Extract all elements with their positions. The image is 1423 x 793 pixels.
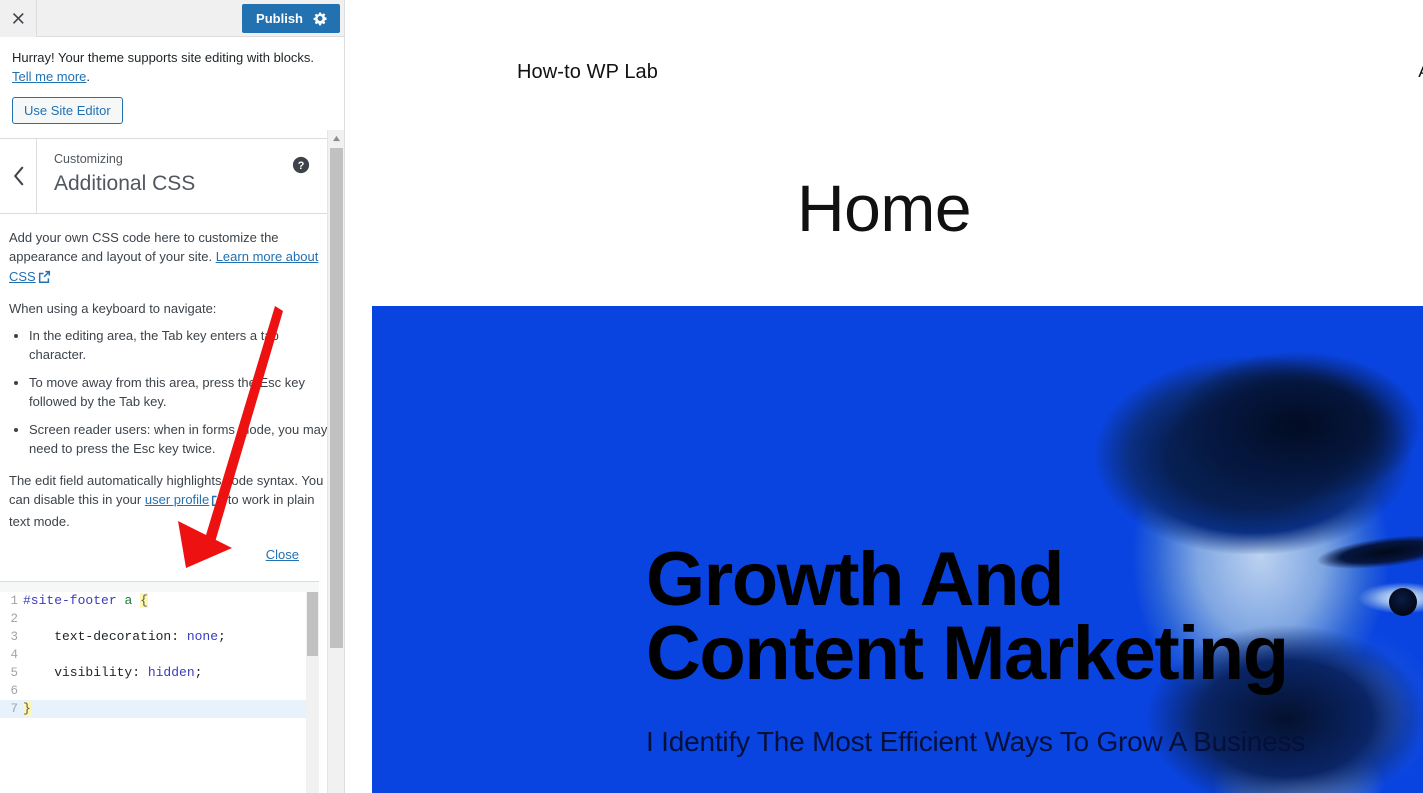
hero-text-block: Growth And Content Marketing I Identify … bbox=[646, 537, 1406, 758]
portrait-hair-highlight-shape bbox=[1153, 326, 1423, 526]
code-line[interactable]: 6 bbox=[0, 682, 319, 700]
list-item: In the editing area, the Tab key enters … bbox=[29, 326, 331, 365]
customizer-screen: Publish Hurray! Your theme supports site… bbox=[0, 0, 1423, 793]
code-line[interactable]: 5 visibility: hidden; bbox=[0, 664, 319, 682]
code-line[interactable]: 2 bbox=[0, 610, 319, 628]
line-number: 2 bbox=[10, 612, 18, 626]
code-line-text: text-decoration: none; bbox=[23, 628, 226, 646]
close-customizer-button[interactable] bbox=[0, 0, 37, 37]
line-number: 6 bbox=[10, 684, 18, 698]
chevron-left-icon bbox=[13, 166, 24, 186]
css-code-editor[interactable]: 1 #site-footer a { 2 3 text-decoration: … bbox=[0, 592, 319, 793]
site-title[interactable]: How-to WP Lab bbox=[517, 61, 658, 84]
css-selector-token: #site-footer bbox=[23, 593, 117, 608]
hero-banner: Growth And Content Marketing I Identify … bbox=[372, 306, 1423, 793]
svg-text:?: ? bbox=[298, 160, 305, 172]
site-preview-frame[interactable]: How-to WP Lab Ab Home Growth And Content… bbox=[345, 0, 1423, 793]
use-site-editor-button[interactable]: Use Site Editor bbox=[12, 96, 123, 124]
line-number: 1 bbox=[10, 594, 18, 608]
site-editor-notice: Hurray! Your theme supports site editing… bbox=[0, 37, 344, 139]
back-button[interactable] bbox=[0, 138, 37, 213]
line-number: 7 bbox=[10, 702, 18, 716]
code-line-text: visibility: hidden; bbox=[23, 664, 202, 682]
css-semicolon-token: ; bbox=[194, 665, 203, 680]
notice-text: Hurray! Your theme supports site editing… bbox=[12, 50, 315, 65]
scroll-up-arrow-icon[interactable] bbox=[328, 130, 344, 147]
help-button[interactable]: ? bbox=[292, 156, 310, 174]
hero-title: Growth And Content Marketing bbox=[646, 537, 1289, 697]
page-heading: Home bbox=[796, 171, 972, 245]
code-line-active[interactable]: 7 } bbox=[0, 700, 319, 718]
sidebar-scrollbar-thumb[interactable] bbox=[330, 148, 343, 648]
external-link-icon bbox=[211, 492, 224, 512]
panel-description: Add your own CSS code here to customize … bbox=[0, 214, 344, 565]
css-property-token: visibility: bbox=[23, 665, 148, 680]
panel-header-titles: Customizing Additional CSS bbox=[37, 139, 344, 213]
nav-item-about[interactable]: Ab bbox=[1418, 62, 1423, 82]
line-number: 4 bbox=[10, 648, 18, 662]
close-help-link[interactable]: Close bbox=[266, 547, 299, 562]
editor-scrollbar[interactable] bbox=[306, 592, 319, 793]
notice-period: . bbox=[86, 68, 91, 84]
css-editor-panel: 1 #site-footer a { 2 3 text-decoration: … bbox=[0, 581, 319, 793]
css-property-token: text-decoration: bbox=[23, 629, 187, 644]
css-open-brace-token: { bbox=[140, 593, 148, 608]
css-value-token: hidden bbox=[147, 665, 195, 680]
customizer-topbar: Publish bbox=[0, 0, 344, 37]
css-close-brace-token: } bbox=[23, 701, 31, 716]
editor-scrollbar-thumb[interactable] bbox=[307, 592, 318, 656]
sidebar-scrollbar[interactable] bbox=[327, 130, 344, 793]
user-profile-link[interactable]: user profile bbox=[145, 492, 209, 507]
intro-paragraph: Add your own CSS code here to customize … bbox=[9, 228, 331, 289]
syntax-note: The edit field automatically highlights … bbox=[9, 471, 331, 532]
css-value-token: none bbox=[186, 629, 219, 644]
page-title: Additional CSS bbox=[54, 172, 196, 196]
css-semicolon-token: ; bbox=[218, 629, 226, 644]
code-line[interactable]: 1 #site-footer a { bbox=[0, 592, 319, 610]
close-help-row: Close bbox=[9, 545, 331, 565]
tell-me-more-link[interactable]: Tell me more bbox=[12, 69, 86, 84]
list-item: To move away from this area, press the E… bbox=[29, 373, 331, 412]
customizer-sidebar: Publish Hurray! Your theme supports site… bbox=[0, 0, 345, 793]
code-line-text: #site-footer a { bbox=[23, 592, 148, 610]
publish-button-label: Publish bbox=[256, 10, 303, 26]
code-line[interactable]: 3 text-decoration: none; bbox=[0, 628, 319, 646]
gear-icon[interactable] bbox=[313, 11, 328, 26]
list-item: Screen reader users: when in forms mode,… bbox=[29, 420, 331, 459]
keyboard-help-list: In the editing area, the Tab key enters … bbox=[29, 326, 331, 459]
customizing-eyebrow: Customizing bbox=[54, 151, 123, 166]
publish-button[interactable]: Publish bbox=[242, 3, 340, 33]
code-line[interactable]: 4 bbox=[0, 646, 319, 664]
keyboard-intro: When using a keyboard to navigate: bbox=[9, 300, 217, 316]
external-link-icon bbox=[38, 269, 51, 289]
line-number: 3 bbox=[10, 630, 18, 644]
help-icon: ? bbox=[292, 156, 310, 173]
hero-subtitle: I Identify The Most Efficient Ways To Gr… bbox=[646, 725, 1306, 757]
close-icon bbox=[12, 12, 24, 24]
site-header: How-to WP Lab Ab bbox=[345, 0, 1423, 100]
line-number: 5 bbox=[10, 666, 18, 680]
notice-text-wrap: Hurray! Your theme supports site editing… bbox=[12, 49, 332, 87]
panel-header: Customizing Additional CSS ? bbox=[0, 138, 344, 214]
code-line-text: } bbox=[23, 700, 31, 718]
